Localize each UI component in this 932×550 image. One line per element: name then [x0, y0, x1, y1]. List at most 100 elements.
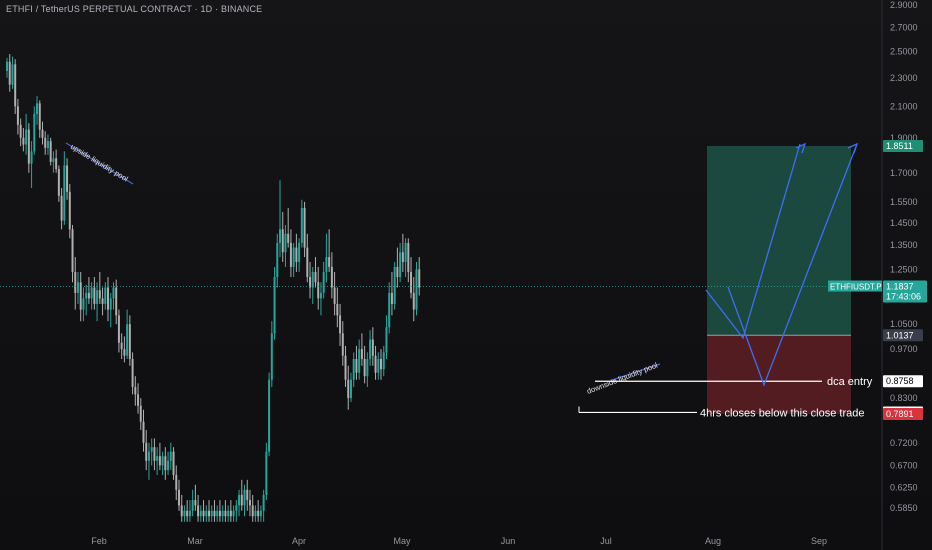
candle-body	[208, 510, 211, 517]
candle-body	[281, 229, 284, 253]
candle-body	[243, 489, 246, 506]
candle-body	[366, 358, 369, 377]
candle-body	[142, 421, 145, 443]
candle-body	[369, 339, 372, 359]
candle-body	[74, 271, 77, 293]
candle-body	[164, 456, 167, 471]
x-tick-label: Sep	[811, 536, 827, 546]
candle-body	[33, 113, 36, 152]
candle-body	[355, 358, 358, 373]
y-tick-label: 1.0500	[890, 319, 918, 329]
candle-body	[418, 269, 421, 288]
candle-body	[131, 358, 134, 387]
y-tick-label: 1.2500	[890, 264, 918, 274]
candle-body	[175, 474, 178, 490]
candle-body	[8, 61, 11, 85]
candle-body	[82, 298, 85, 310]
candle-body	[401, 252, 404, 262]
symbol-tag: ETHFIUSDT.P	[830, 283, 882, 292]
candle-body	[270, 333, 273, 380]
y-tick-label: 2.3000	[890, 73, 918, 83]
candle-body	[213, 510, 216, 517]
y-tick-label: 2.9000	[890, 0, 918, 10]
candle-body	[300, 207, 303, 243]
candle-body	[333, 287, 336, 304]
candle-body	[68, 191, 71, 230]
candle-body	[344, 355, 347, 380]
candle-body	[287, 233, 290, 243]
candle-body	[385, 327, 388, 353]
candle-body	[393, 266, 396, 304]
candle-body	[139, 405, 142, 422]
candle-body	[55, 158, 58, 170]
candle-body	[404, 242, 407, 262]
candle-body	[38, 103, 41, 130]
upside-pool-label: upside liquidity pool	[69, 142, 130, 184]
candle-body	[93, 287, 96, 304]
candle-body	[120, 342, 123, 350]
candle-body	[336, 303, 339, 316]
candle-body	[303, 207, 306, 248]
candle-body	[22, 137, 25, 145]
candle-body	[276, 242, 279, 278]
candle-body	[134, 386, 137, 395]
candle-body	[107, 287, 110, 310]
candle-body	[57, 169, 60, 196]
candle-body	[71, 229, 74, 272]
candle-body	[262, 494, 265, 511]
x-tick-label: Aug	[705, 536, 721, 546]
candle-body	[153, 447, 156, 461]
candle-body	[325, 257, 328, 272]
candle-body	[63, 165, 66, 221]
candle-body	[415, 269, 418, 310]
candle-body	[339, 315, 342, 334]
candle-body	[14, 64, 17, 107]
entry-price-label: 1.0137	[886, 330, 914, 340]
y-tick-label: 0.8300	[890, 393, 918, 403]
candle-body	[221, 510, 224, 517]
price-axis[interactable]: 2.90002.70002.50002.30002.10001.90001.70…	[881, 0, 918, 550]
x-tick-label: Apr	[292, 536, 306, 546]
y-tick-label: 1.5500	[890, 197, 918, 207]
price-chart[interactable]: 2.90002.70002.50002.30002.10001.90001.70…	[0, 0, 932, 550]
y-tick-label: 2.1000	[890, 101, 918, 111]
candle-body	[30, 151, 33, 164]
candle-body	[352, 358, 355, 380]
candle-body	[273, 277, 276, 334]
candle-body	[295, 247, 298, 262]
candle-body	[167, 460, 170, 471]
candle-body	[238, 494, 241, 506]
candle-body	[224, 510, 227, 517]
candle-body	[137, 394, 140, 406]
candle-body	[232, 510, 235, 517]
candle-body	[358, 349, 361, 373]
candle-body	[240, 494, 243, 506]
candle-body	[254, 510, 257, 517]
y-tick-label: 2.5000	[890, 47, 918, 57]
candle-body	[186, 510, 189, 517]
candle-body	[251, 505, 254, 517]
candle-body	[314, 271, 317, 283]
candle-body	[248, 500, 251, 506]
x-tick-label: Feb	[91, 536, 107, 546]
candle-body	[298, 242, 301, 262]
candle-body	[319, 292, 322, 299]
candle-body	[235, 505, 238, 511]
candle-body	[197, 505, 200, 517]
position-tool[interactable]	[707, 146, 851, 414]
candle-body	[330, 266, 333, 288]
candle-body	[27, 129, 30, 164]
candles	[6, 54, 421, 522]
target-zone[interactable]	[707, 146, 851, 336]
y-tick-label: 1.3500	[890, 240, 918, 250]
y-tick-label: 0.6700	[890, 460, 918, 470]
candle-body	[191, 500, 194, 511]
time-axis[interactable]: Feb Mar Apr May Jun Jul Aug Sep	[91, 536, 827, 546]
candle-body	[46, 141, 49, 148]
candle-body	[246, 489, 249, 501]
candle-body	[128, 324, 131, 359]
candle-body	[412, 292, 415, 310]
candle-body	[98, 290, 101, 299]
x-tick-label: Jun	[501, 536, 516, 546]
y-tick-label: 2.7000	[890, 22, 918, 32]
